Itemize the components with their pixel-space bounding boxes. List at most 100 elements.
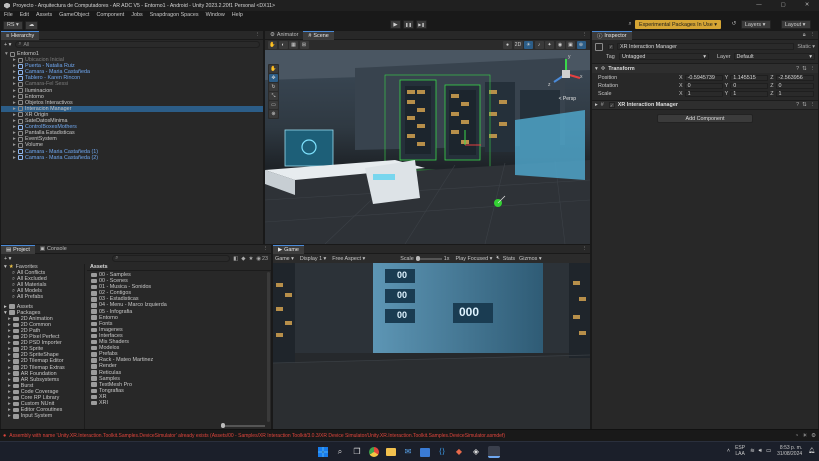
debug-icon[interactable]: ⚙ bbox=[811, 433, 816, 439]
git-icon[interactable]: ◆ bbox=[454, 448, 464, 456]
filter-label-icon[interactable]: ◆ bbox=[241, 256, 245, 262]
projection-label[interactable]: < Persp bbox=[559, 96, 576, 102]
foldout-icon[interactable]: ▾ bbox=[595, 66, 598, 72]
search-icon[interactable]: ⌕ bbox=[625, 21, 635, 27]
transform-y-field[interactable]: 1 bbox=[730, 90, 769, 98]
undo-history-icon[interactable]: ↺ bbox=[729, 21, 739, 27]
scene-viewport[interactable]: ✋ ✥ ↻ ⤡ ▭ ⊕ y x z < Persp bbox=[265, 50, 590, 244]
tab-game[interactable]: ▶ Game bbox=[273, 244, 304, 254]
menu-file[interactable]: File bbox=[4, 12, 13, 18]
stats-button[interactable]: Stats bbox=[503, 256, 515, 262]
project-scrollbar[interactable] bbox=[267, 272, 270, 422]
layout-dropdown[interactable]: Layout ▾ bbox=[780, 20, 811, 29]
unity-editor-icon[interactable] bbox=[488, 446, 500, 458]
store-icon[interactable] bbox=[420, 447, 430, 457]
play-button[interactable]: ▶ bbox=[390, 20, 401, 29]
menu-gameobject[interactable]: GameObject bbox=[59, 12, 89, 18]
camera-settings-icon[interactable]: ▣ bbox=[566, 41, 575, 49]
icon-size-slider[interactable] bbox=[221, 423, 265, 428]
project-breadcrumb[interactable]: Assets bbox=[90, 264, 108, 270]
layer-dropdown[interactable]: Default ▾ bbox=[733, 53, 815, 60]
gizmos-icon[interactable]: ⊕ bbox=[576, 41, 586, 49]
transform-x-field[interactable]: 1 bbox=[684, 90, 723, 98]
mute-audio-icon[interactable]: 🔇︎ bbox=[496, 255, 499, 262]
game-view-dropdown[interactable]: Game ▾ bbox=[275, 256, 294, 262]
notification-bell-icon[interactable]: 🔔︎ bbox=[808, 448, 815, 454]
global-toggle-icon[interactable]: ◐ bbox=[278, 41, 288, 49]
favorite-item[interactable]: ⌕ All Prefabs bbox=[4, 294, 84, 300]
cloud-button[interactable]: ☁ bbox=[24, 20, 39, 30]
panel-menu-icon[interactable]: ⋮ bbox=[582, 32, 587, 38]
gizmos-dropdown[interactable]: Gizmos ▾ bbox=[519, 256, 541, 262]
transform-z-field[interactable]: 0 bbox=[775, 82, 814, 90]
menu-help[interactable]: Help bbox=[232, 12, 243, 18]
grid-icon[interactable]: ▦ bbox=[289, 41, 298, 49]
panel-menu-icon[interactable]: ⋮ bbox=[582, 246, 587, 252]
lighting-icon[interactable]: ☀ bbox=[524, 41, 533, 49]
transform-x-field[interactable]: 0 bbox=[684, 82, 723, 90]
create-asset-button[interactable]: + ▾ bbox=[4, 256, 11, 262]
menu-snapdragon-spaces[interactable]: Snapdragon Spaces bbox=[150, 12, 199, 18]
filter-type-icon[interactable]: ◧ bbox=[233, 256, 238, 262]
progress-icon[interactable]: ◔ bbox=[795, 433, 798, 439]
preset-icon[interactable]: ⇅ bbox=[802, 66, 807, 72]
tab-animator[interactable]: ⚙ Animator bbox=[265, 31, 303, 40]
tab-hierarchy[interactable]: ≡ Hierarchy bbox=[1, 30, 40, 40]
snap-icon[interactable]: ⊞ bbox=[299, 41, 309, 49]
asset-folder-item[interactable]: XRI bbox=[91, 400, 271, 406]
battery-icon[interactable]: ▭ bbox=[766, 448, 771, 454]
keyboard-layout[interactable]: LAA bbox=[735, 451, 745, 457]
tab-console[interactable]: ▣ Console bbox=[35, 245, 72, 254]
layers-dropdown[interactable]: Layers ▾ bbox=[740, 20, 771, 29]
orientation-gizmo[interactable]: y x z bbox=[546, 54, 586, 94]
help-icon[interactable]: ? bbox=[796, 66, 799, 72]
tag-dropdown[interactable]: Untagged ▾ bbox=[619, 53, 709, 60]
mail-icon[interactable]: ✉ bbox=[403, 448, 413, 456]
hand-tool-icon[interactable]: ✋ bbox=[268, 41, 277, 49]
search-taskbar-icon[interactable]: ⌕ bbox=[335, 448, 345, 456]
foldout-icon[interactable]: ▸ bbox=[595, 102, 598, 108]
minimize-button[interactable]: — bbox=[747, 2, 771, 8]
shading-icon[interactable]: ● bbox=[503, 41, 512, 49]
menu-jobs[interactable]: Jobs bbox=[131, 12, 142, 18]
transform-tool-icon[interactable]: ⊕ bbox=[269, 110, 278, 118]
clock-date[interactable]: 31/08/2024 bbox=[777, 451, 802, 457]
lock-icon[interactable]: 🔒︎ bbox=[803, 32, 806, 39]
transform-z-field[interactable]: -2.563956 bbox=[775, 74, 814, 82]
panel-menu-icon[interactable]: ⋮ bbox=[255, 32, 260, 38]
package-item[interactable]: ▸ Input System bbox=[4, 413, 84, 419]
active-checkbox[interactable]: ✓ bbox=[608, 43, 614, 50]
experimental-packages-button[interactable]: Experimental Packages In Use ▾ bbox=[635, 20, 721, 29]
component-menu-icon[interactable]: ⋮ bbox=[810, 102, 815, 108]
tab-inspector[interactable]: ⓘ Inspector bbox=[592, 30, 632, 40]
hierarchy-item[interactable]: ▸ Camara - Maria Castañeda (2) bbox=[1, 155, 263, 161]
scale-slider[interactable] bbox=[415, 255, 442, 261]
hidden-objects-icon[interactable]: ◉ bbox=[555, 41, 565, 49]
tab-scene[interactable]: # Scene bbox=[303, 30, 334, 40]
project-search-input[interactable]: ⌕ bbox=[112, 255, 231, 262]
tab-project[interactable]: ▤ Project bbox=[1, 244, 35, 254]
menu-component[interactable]: Component bbox=[96, 12, 124, 18]
close-button[interactable]: ✕ bbox=[795, 2, 819, 8]
maximize-button[interactable]: ▢ bbox=[771, 2, 795, 8]
unity-hub-icon[interactable]: ◈ bbox=[471, 448, 481, 456]
hierarchy-search-input[interactable]: ⌕ All bbox=[15, 41, 260, 48]
step-button[interactable]: ▶❚ bbox=[416, 20, 427, 29]
aspect-dropdown[interactable]: Free Aspect ▾ bbox=[332, 256, 394, 262]
chrome-icon[interactable] bbox=[369, 447, 379, 457]
panel-menu-icon[interactable]: ⋮ bbox=[810, 32, 815, 38]
favorite-icon[interactable]: ★ bbox=[248, 256, 253, 262]
game-viewport[interactable]: 00 00 00 000 bbox=[273, 263, 590, 429]
transform-y-field[interactable]: 0 bbox=[730, 82, 769, 90]
move-tool-icon[interactable]: ✥ bbox=[269, 74, 278, 82]
scale-tool-icon[interactable]: ⤡ bbox=[269, 92, 278, 100]
menu-assets[interactable]: Assets bbox=[36, 12, 52, 18]
hidden-packages-icon[interactable]: ◉ bbox=[256, 256, 261, 262]
component-menu-icon[interactable]: ⋮ bbox=[810, 66, 815, 72]
audio-icon[interactable]: ♪ bbox=[534, 41, 544, 49]
static-dropdown[interactable]: Static ▾ bbox=[797, 44, 815, 50]
rect-tool-icon[interactable]: ▭ bbox=[269, 101, 278, 109]
vscode-icon[interactable]: ⟨⟩ bbox=[437, 448, 447, 456]
console-error-message[interactable]: Assembly with name 'Unity.XR.Interaction… bbox=[9, 433, 505, 439]
pause-button[interactable]: ❚❚ bbox=[403, 20, 414, 29]
